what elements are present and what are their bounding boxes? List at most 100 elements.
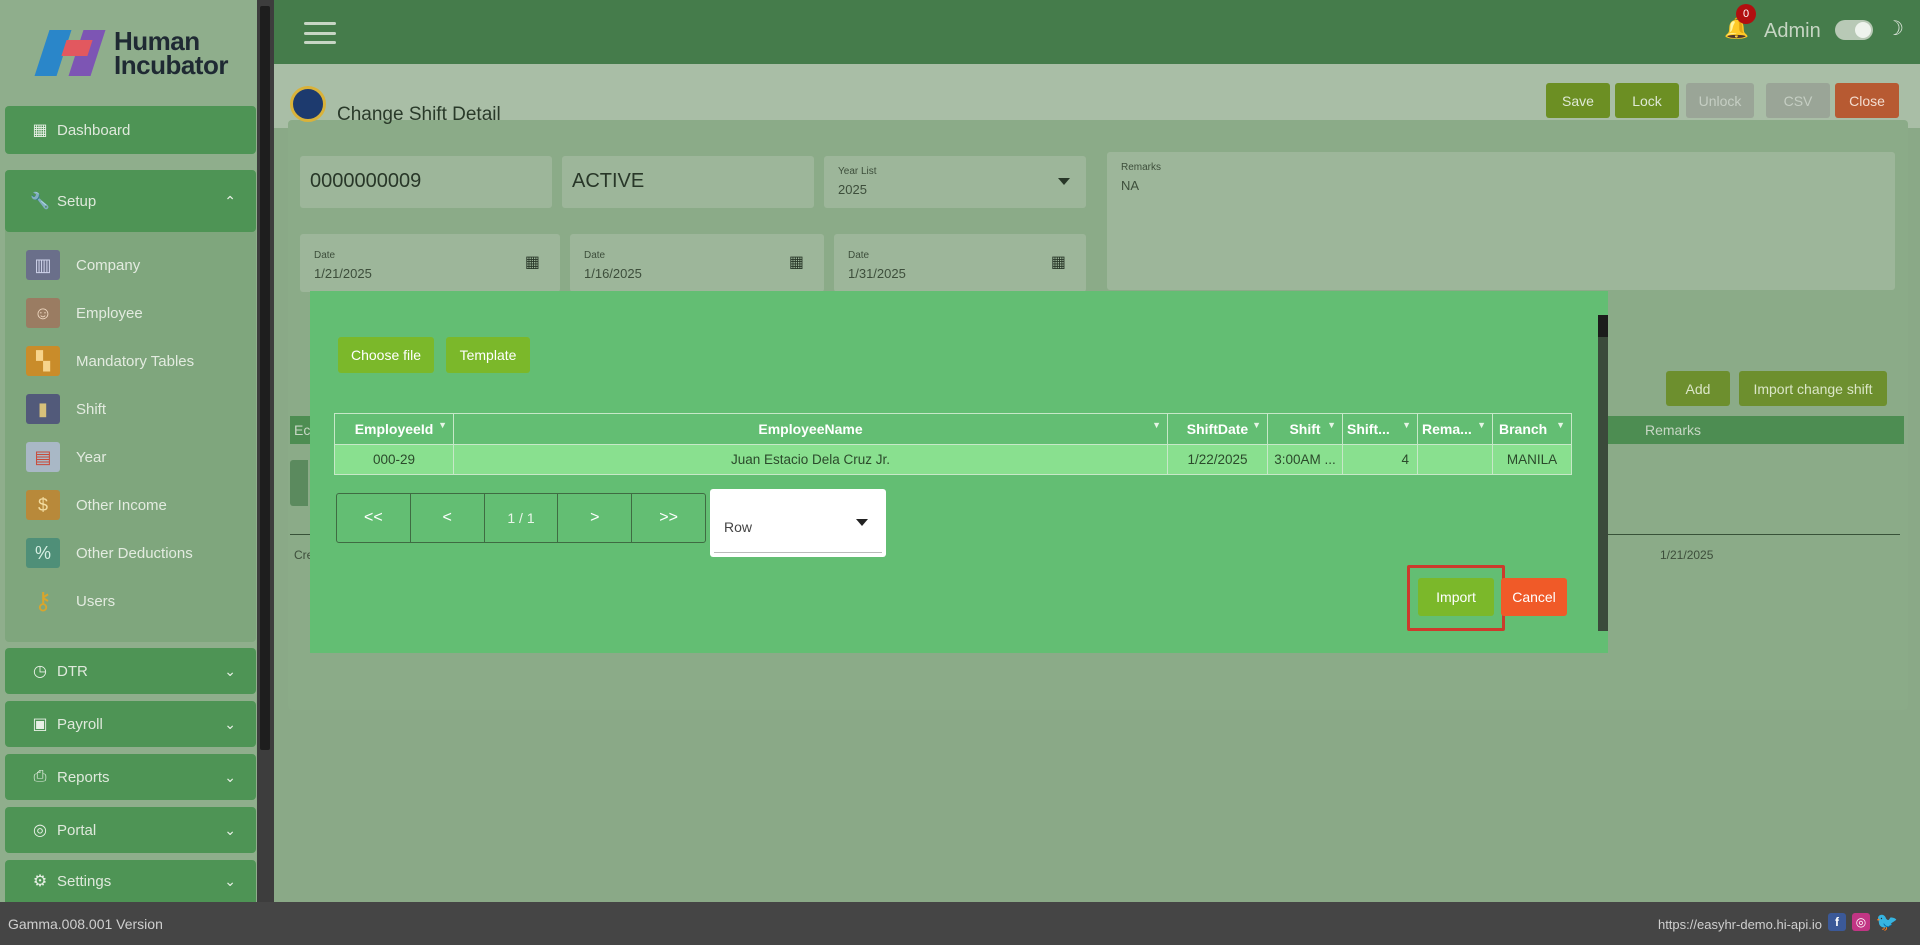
first-page-button[interactable]: << [337, 494, 411, 542]
printer-icon: ⎙ [33, 768, 47, 785]
filter-icon[interactable]: ▼ [1556, 420, 1565, 430]
page-info: 1 / 1 [485, 494, 559, 542]
next-page-button[interactable]: > [558, 494, 633, 542]
user-name[interactable]: Admin [1764, 20, 1821, 43]
calendar-icon[interactable]: ▦ [525, 252, 540, 272]
import-preview-grid: EmployeeId ▼ EmployeeName ▼ ShiftDate ▼ Shi… [334, 413, 1572, 475]
caret-down-icon [856, 519, 868, 526]
cell-employee-id[interactable]: 000-29 [335, 445, 454, 474]
column-header-employee-id[interactable]: EmployeeId ▼ [335, 414, 454, 444]
sidebar-subitem-users[interactable]: ⚷ Users [26, 586, 115, 616]
dark-mode-toggle[interactable] [1835, 20, 1873, 40]
filter-icon[interactable]: ▼ [1402, 420, 1411, 430]
grid-column-remarks[interactable]: Remarks [1645, 422, 1701, 438]
building-icon: ▥ [26, 250, 60, 280]
doc-number-field[interactable]: 0000000009 [300, 156, 552, 208]
chevron-down-icon: ⌄ [224, 768, 236, 785]
sidebar-item-label: DTR [57, 662, 88, 680]
page-title: Change Shift Detail [337, 104, 501, 125]
filter-icon[interactable]: ▼ [1327, 420, 1336, 430]
column-header-employee-name[interactable]: EmployeeName ▼ [454, 414, 1168, 444]
footer: Gamma.008.001 Version https://easyhr-dem… [0, 902, 1920, 945]
sidebar-subitem-label: Mandatory Tables [76, 352, 195, 370]
sidebar-item-reports[interactable]: ⎙ Reports ⌄ [5, 754, 256, 800]
calendar-icon: ▤ [26, 442, 60, 472]
chevron-down-icon: ⌄ [224, 662, 236, 679]
grid-icon: ▚ [26, 346, 60, 376]
year-list-select[interactable]: Year List 2025 [824, 156, 1086, 208]
column-header-shift-code[interactable]: Shift... ▼ [1343, 414, 1418, 444]
column-header-shift-date[interactable]: ShiftDate ▼ [1168, 414, 1268, 444]
csv-button[interactable]: CSV [1766, 83, 1830, 118]
column-header-branch[interactable]: Branch ▼ [1493, 414, 1571, 444]
grid-header-row: EmployeeId ▼ EmployeeName ▼ ShiftDate ▼ Shi… [335, 414, 1571, 444]
sidebar-subitem-label: Year [76, 448, 107, 466]
pagination: << < 1 / 1 > >> [336, 493, 706, 543]
hamburger-menu-icon[interactable] [304, 22, 336, 44]
filter-icon[interactable]: ▼ [1152, 420, 1161, 430]
cancel-button[interactable]: Cancel [1501, 578, 1567, 616]
import-button[interactable]: Import [1418, 578, 1494, 616]
add-button[interactable]: Add [1666, 371, 1730, 406]
sidebar-item-label: Reports [57, 768, 110, 786]
calendar-icon[interactable]: ▦ [789, 252, 804, 272]
cell-remarks[interactable] [1418, 445, 1493, 474]
column-header-remarks[interactable]: Rema... ▼ [1418, 414, 1493, 444]
version-text: Gamma.008.001 Version [8, 916, 163, 932]
choose-file-button[interactable]: Choose file [338, 337, 434, 373]
cell-branch[interactable]: MANILA [1493, 445, 1571, 474]
column-header-shift[interactable]: Shift ▼ [1268, 414, 1343, 444]
sidebar-item-portal[interactable]: ◎ Portal ⌄ [5, 807, 256, 853]
close-button[interactable]: Close [1835, 83, 1899, 118]
instagram-icon[interactable]: ◎ [1852, 913, 1870, 931]
template-button[interactable]: Template [446, 337, 530, 373]
remarks-textarea[interactable]: Remarks NA [1107, 152, 1895, 290]
facebook-icon[interactable]: f [1828, 913, 1846, 931]
import-modal: Choose file Template EmployeeId ▼ Employe… [310, 291, 1608, 653]
sidebar-item-settings[interactable]: ⚙ Settings ⌄ [5, 860, 256, 902]
sidebar-subitem-other-income[interactable]: $ Other Income [26, 490, 167, 520]
date-field-1[interactable]: Date 1/21/2025 ▦ [300, 234, 560, 292]
cell-shift-date[interactable]: 1/22/2025 [1168, 445, 1268, 474]
status-field[interactable]: ACTIVE [562, 156, 814, 208]
table-row[interactable]: 000-29 Juan Estacio Dela Cruz Jr. 1/22/2… [335, 444, 1571, 474]
filter-icon[interactable]: ▼ [1477, 420, 1486, 430]
wrench-icon: 🔧 [30, 193, 50, 210]
sidebar-subitem-other-deductions[interactable]: % Other Deductions [26, 538, 193, 568]
sidebar-item-label: Dashboard [57, 121, 131, 139]
sidebar-scrollbar[interactable] [257, 0, 274, 902]
date-field-2[interactable]: Date 1/16/2025 ▦ [570, 234, 824, 292]
import-change-shift-button[interactable]: Import change shift [1739, 371, 1887, 406]
date-field-3[interactable]: Date 1/31/2025 ▦ [834, 234, 1086, 292]
sidebar-item-setup[interactable]: 🔧 Setup ⌃ [5, 170, 256, 232]
sidebar-subitem-year[interactable]: ▤ Year [26, 442, 106, 472]
sidebar-subitem-label: Users [76, 592, 116, 610]
sidebar-subitem-label: Employee [76, 304, 143, 322]
filter-icon[interactable]: ▼ [438, 420, 447, 430]
last-page-button[interactable]: >> [632, 494, 705, 542]
rows-per-page-select[interactable]: Row [710, 489, 886, 557]
cell-shift-code[interactable]: 4 [1343, 445, 1418, 474]
sidebar-subitem-company[interactable]: ▥ Company [26, 250, 140, 280]
unlock-button[interactable]: Unlock [1686, 83, 1754, 118]
save-button[interactable]: Save [1546, 83, 1610, 118]
chevron-up-icon: ⌃ [224, 192, 236, 209]
chevron-down-icon: ⌄ [224, 821, 236, 838]
cell-employee-name[interactable]: Juan Estacio Dela Cruz Jr. [454, 445, 1168, 474]
sidebar-subitem-employee[interactable]: ☺ Employee [26, 298, 143, 328]
chevron-down-icon: ⌄ [224, 872, 236, 889]
sidebar-subitem-mandatory-tables[interactable]: ▚ Mandatory Tables [26, 346, 194, 376]
modal-scrollbar[interactable] [1598, 315, 1608, 631]
logo[interactable]: Human Incubator [34, 26, 228, 80]
sidebar-item-dashboard[interactable]: ▦ Dashboard [5, 106, 256, 154]
filter-icon[interactable]: ▼ [1252, 420, 1261, 430]
sidebar-item-dtr[interactable]: ◷ DTR ⌄ [5, 648, 256, 694]
cell-shift[interactable]: 3:00AM ... [1268, 445, 1343, 474]
calendar-icon[interactable]: ▦ [1051, 252, 1066, 272]
twitter-icon[interactable]: 🐦 [1876, 912, 1898, 932]
sidebar-subitem-shift[interactable]: ▮ Shift [26, 394, 106, 424]
sidebar-item-payroll[interactable]: ▣ Payroll ⌄ [5, 701, 256, 747]
lock-button[interactable]: Lock [1615, 83, 1679, 118]
prev-page-button[interactable]: < [411, 494, 485, 542]
site-url[interactable]: https://easyhr-demo.hi-api.io [1658, 917, 1822, 932]
